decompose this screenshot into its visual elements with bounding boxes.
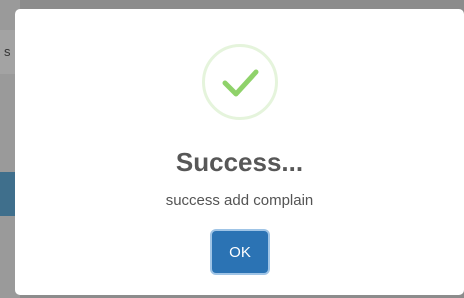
success-dialog: Success... success add complain OK — [15, 9, 464, 295]
ok-button[interactable]: OK — [212, 231, 268, 273]
background-partial-text: s — [4, 44, 11, 59]
success-check-icon — [202, 44, 278, 120]
dialog-message: success add complain — [165, 192, 314, 209]
dialog-title: Success... — [175, 147, 304, 177]
